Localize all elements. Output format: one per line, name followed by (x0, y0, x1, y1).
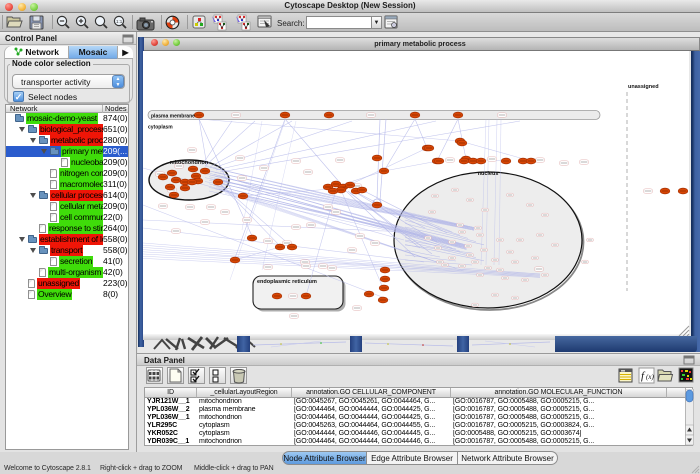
svg-text:1:1: 1:1 (116, 19, 123, 24)
svg-text:plasma membrane: plasma membrane (151, 114, 195, 120)
svg-text:cytoplasm: cytoplasm (148, 125, 173, 131)
svg-text:nucleus: nucleus (478, 171, 499, 177)
svg-text:(x): (x) (646, 373, 654, 381)
svg-text:endoplasmic reticulum: endoplasmic reticulum (257, 279, 317, 285)
svg-text:mitochondrion: mitochondrion (170, 160, 209, 166)
svg-text:unassigned: unassigned (628, 84, 659, 90)
